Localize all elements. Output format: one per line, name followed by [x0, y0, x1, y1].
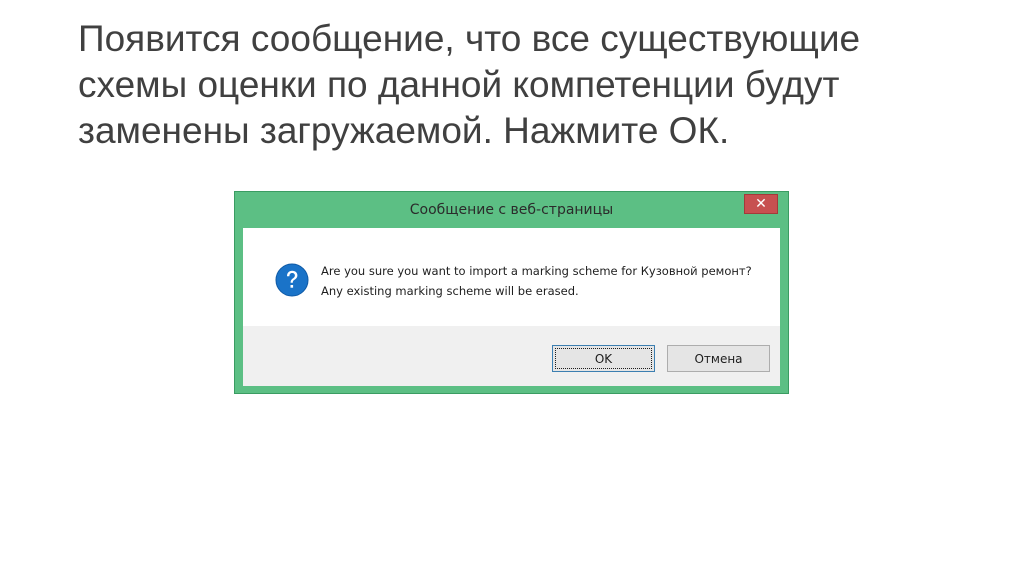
cancel-button[interactable]: Отмена [667, 345, 770, 372]
close-button[interactable]: ✕ [744, 194, 778, 214]
slide-title-line-3: заменены загружаемой. Нажмите ОК. [78, 110, 730, 151]
slide-title: Появится сообщение, что все существующие… [78, 16, 978, 154]
question-icon [275, 263, 309, 297]
dialog-message: Are you sure you want to import a markin… [321, 264, 752, 298]
dialog-body: Are you sure you want to import a markin… [243, 228, 780, 386]
slide-title-line-1: Появится сообщение, что все существующие [78, 18, 861, 59]
confirm-dialog: Сообщение с веб-страницы ✕ Are you sure … [234, 191, 789, 394]
message-area: Are you sure you want to import a markin… [243, 228, 780, 326]
ok-button[interactable]: OK [552, 345, 655, 372]
dialog-titlebar[interactable]: Сообщение с веб-страницы ✕ [235, 192, 788, 228]
slide-title-line-2: схемы оценки по данной компетенции будут [78, 64, 840, 105]
dialog-title: Сообщение с веб-страницы [409, 202, 614, 218]
close-icon: ✕ [755, 196, 767, 212]
